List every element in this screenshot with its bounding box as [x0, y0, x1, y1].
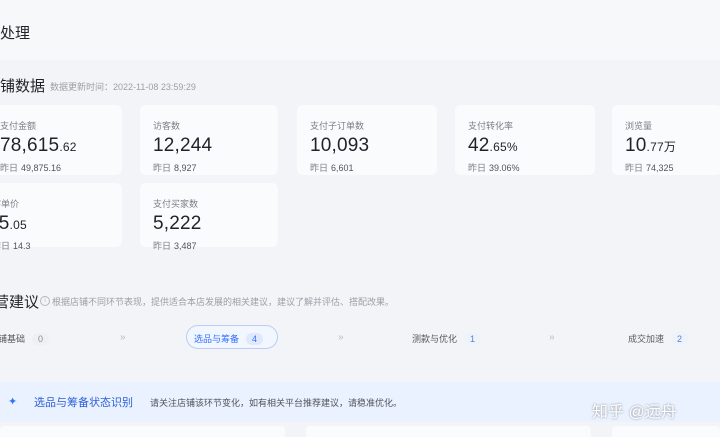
- metric-yesterday: 昨日 3,487: [153, 241, 197, 251]
- metric-value: 12,244: [153, 135, 213, 156]
- bottom-card-edge: [612, 426, 720, 437]
- metric-yesterday: 昨日 6,601: [310, 163, 354, 173]
- step-count-badge: 4: [246, 333, 264, 345]
- step-label: 铺基础: [0, 334, 26, 344]
- metric-card-pay-amount[interactable]: 支付金额 78,615.62 昨日 49,875.16: [0, 105, 122, 175]
- update-time: 数据更新时间：2022-11-08 23:59:29: [50, 82, 196, 92]
- banner-title: 选品与筹备状态识别: [34, 397, 133, 409]
- step-label: 测款与优化: [412, 334, 458, 344]
- metric-value: 42.65%: [468, 135, 518, 156]
- step-deal-acceleration[interactable]: 成交加速 2: [628, 332, 689, 345]
- metric-card-unit-price[interactable]: 客单价 15.05 昨日14.3: [0, 183, 122, 251]
- metric-value: 78,615.62: [0, 135, 77, 156]
- metric-value: 15.05: [0, 213, 27, 234]
- page-title: 处理: [0, 25, 31, 42]
- chevron-right-icon: »: [549, 332, 555, 343]
- metric-yesterday: 昨日 49,875.16: [0, 163, 62, 173]
- metric-label: 支付转化率: [468, 121, 514, 131]
- chevron-right-icon: »: [338, 332, 344, 343]
- metric-label: 浏览量: [625, 121, 653, 131]
- watermark: 知乎 @远舟: [592, 404, 677, 421]
- metric-card-visitors[interactable]: 访客数 12,244 昨日 8,927: [140, 105, 278, 175]
- top-header-bg: [0, 0, 720, 60]
- step-store-basics[interactable]: 铺基础 0: [0, 332, 50, 345]
- metric-label: 支付金额: [0, 121, 37, 131]
- step-selection[interactable]: 选品与筹备 4: [194, 332, 264, 345]
- step-label: 选品与筹备: [194, 334, 240, 344]
- metric-yesterday: 昨日 74,325: [625, 163, 674, 173]
- metric-yesterday: 昨日 8,927: [153, 163, 197, 173]
- banner-text: 请关注店铺该环节变化，如有相关平台推荐建议，请稳准优化。: [150, 398, 403, 408]
- step-count-badge: 1: [464, 333, 482, 345]
- metric-label: 支付子订单数: [310, 121, 365, 131]
- chevron-right-icon: »: [120, 332, 126, 343]
- metric-yesterday: 昨日 39.06%: [468, 163, 520, 173]
- metric-yesterday: 昨日14.3: [0, 241, 31, 251]
- metric-card-sub-orders[interactable]: 支付子订单数 10,093 昨日 6,601: [297, 105, 437, 175]
- step-count-badge: 2: [671, 333, 689, 345]
- metric-card-conversion-rate[interactable]: 支付转化率 42.65% 昨日 39.06%: [455, 105, 595, 175]
- metric-card-buyers[interactable]: 支付买家数 5,222 昨日 3,487: [140, 183, 278, 251]
- store-data-title: 铺数据: [0, 78, 46, 95]
- step-count-badge: 0: [32, 333, 50, 345]
- metric-label: 支付买家数: [153, 199, 199, 209]
- sparkle-icon: ✦: [8, 396, 18, 408]
- metric-value: 5,222: [153, 213, 202, 234]
- metric-value: 10,093: [310, 135, 370, 156]
- bottom-card-edge: [306, 426, 591, 437]
- metric-card-page-views[interactable]: 浏览量 10.77万 昨日 74,325: [612, 105, 720, 175]
- bottom-card-edge: [0, 426, 285, 437]
- step-label: 成交加速: [628, 334, 665, 344]
- step-testing[interactable]: 测款与优化 1: [412, 332, 482, 345]
- advice-hint: 根据店铺不同环节表现，提供适合本店发展的相关建议，建议了解并评估、搭配改果。: [52, 297, 395, 307]
- info-icon: i: [40, 296, 50, 306]
- advice-title: 营建议: [0, 294, 40, 311]
- metric-value: 10.77万: [625, 135, 677, 156]
- metric-label: 客单价: [0, 199, 20, 209]
- metric-label: 访客数: [153, 121, 181, 131]
